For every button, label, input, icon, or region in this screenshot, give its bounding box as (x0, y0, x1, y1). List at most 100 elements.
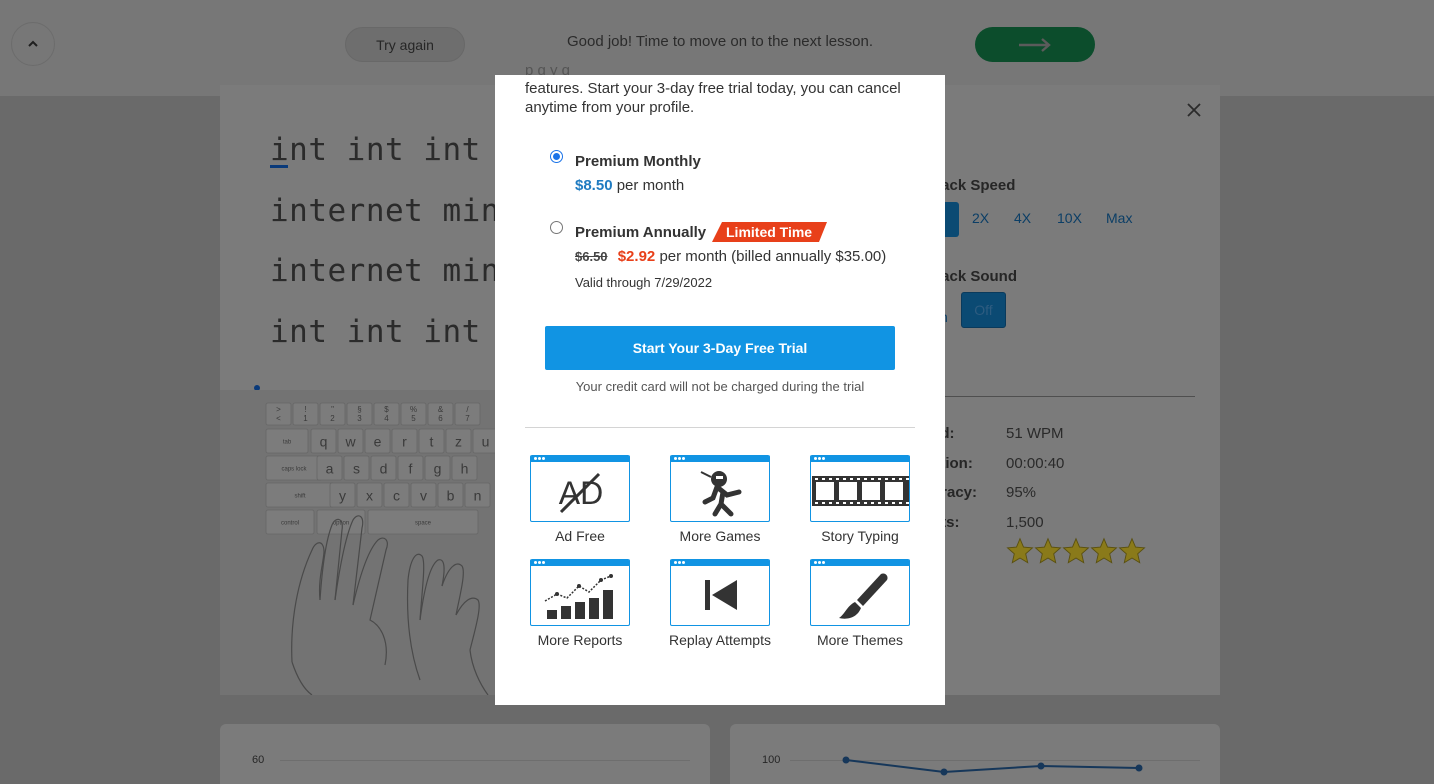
speed-option-10x[interactable]: 10X (1057, 210, 1082, 226)
key-label: 7 (465, 414, 470, 423)
accuracy-line-series (842, 756, 1143, 776)
plan-monthly-suffix: per month (616, 177, 685, 194)
key-label: c (393, 488, 400, 504)
plan-monthly-radio[interactable] (550, 150, 563, 163)
star-icon (1090, 537, 1118, 564)
limited-time-badge: Limited Time (712, 222, 828, 242)
feature-card (810, 455, 910, 522)
key-label: b (447, 488, 455, 504)
feature-more-reports: More Reports (520, 559, 640, 649)
key-label: § (357, 405, 361, 414)
key-label: control (281, 520, 299, 526)
star-icon (1118, 537, 1146, 564)
typing-line: int int int (270, 314, 481, 350)
lesson-complete-message: Good job! Time to move on to the next le… (566, 33, 873, 50)
paintbrush-icon (839, 573, 888, 619)
speed-chart-card: 60 (220, 724, 710, 784)
key-label: e (374, 434, 382, 450)
star-rating (1006, 537, 1146, 565)
key-label: t (430, 434, 434, 450)
key-label: tab (283, 439, 292, 445)
key-label: d (380, 461, 388, 477)
trial-note: Your credit card will not be charged dur… (575, 379, 865, 394)
plan-annual-amount: $2.92 (617, 248, 656, 265)
replay-icon (705, 580, 737, 610)
key-label: s (353, 461, 360, 477)
chevron-up-icon (28, 40, 38, 47)
feature-label: Replay Attempts (669, 632, 771, 648)
stat-points-value: 1,500 (1006, 514, 1044, 531)
y-axis-tick: 60 (252, 754, 265, 766)
typing-line: internet mint (270, 253, 520, 289)
feature-label: Ad Free (555, 528, 605, 544)
keyboard-hands-graphic: ><!1"2§3$4%5&6/7tab q w e r t z ucaps lock a s d f g… (265, 402, 495, 695)
key-label: y (339, 488, 346, 504)
key-label: caps lock (281, 466, 307, 472)
feature-replay-attempts: Replay Attempts (660, 559, 780, 649)
key-label: 1 (303, 414, 308, 423)
speed-option-2x[interactable]: 2X (972, 210, 989, 226)
key-label: & (438, 405, 444, 414)
plan-monthly-amount: $8.50 (575, 177, 613, 194)
sound-off-option[interactable]: Off (961, 292, 1006, 328)
feature-label: More Themes (816, 632, 904, 648)
key-label: f (409, 461, 413, 477)
key-label: z (455, 434, 462, 450)
speed-option-max[interactable]: Max (1106, 210, 1132, 226)
feature-card: AD (530, 455, 630, 522)
keyboard-illustration: > <! 1 " 2 § 3 $4% 5 & 6/7 tab q w e r t z u caps lock a s d f g… (220, 390, 495, 695)
divider (940, 396, 1195, 397)
plan-annual-price: $6.50 $2.92 per month (billed annually $… (575, 248, 886, 265)
typing-line: int int int (270, 132, 481, 168)
star-icon (1062, 537, 1090, 564)
series-line (845, 759, 1140, 774)
typing-area[interactable]: int int int internet mint internet mint … (220, 85, 519, 391)
data-point (1135, 764, 1143, 772)
star-icon (1006, 537, 1034, 564)
key-label: 5 (411, 414, 416, 423)
plan-annual-valid: Valid through 7/29/2022 (575, 275, 713, 290)
key-label: g (434, 461, 442, 477)
key-label: w (344, 434, 356, 450)
stat-speed-value: 51 WPM (1006, 425, 1064, 442)
close-icon[interactable] (1186, 99, 1202, 123)
plan-monthly-name[interactable]: Premium Monthly (575, 153, 701, 170)
next-lesson-button[interactable] (975, 27, 1095, 62)
key-label: ! (304, 405, 306, 414)
feature-story-typing: Story Typing (800, 455, 920, 545)
key-label: 4 (384, 414, 389, 423)
key-label: 2 (330, 414, 335, 423)
feature-card (810, 559, 910, 626)
speed-option-4x[interactable]: 4X (1014, 210, 1031, 226)
plan-annual-old-price: $6.50 (575, 249, 608, 264)
try-again-button[interactable]: Try again (345, 27, 465, 62)
key-label: " (331, 405, 334, 414)
feature-card (670, 455, 770, 522)
ad-free-icon: AD (559, 472, 603, 514)
data-point (940, 768, 948, 776)
plan-annual-suffix: per month (billed annually $35.00) (659, 248, 887, 265)
key-label: > (276, 405, 281, 414)
key-label: h (461, 461, 469, 477)
data-point (1037, 762, 1045, 770)
plan-annual-radio[interactable] (550, 221, 563, 234)
plan-monthly-price: $8.50 per month (575, 177, 684, 194)
grid-line (280, 760, 690, 761)
film-strip-icon (812, 476, 909, 506)
key-label: a (326, 461, 334, 477)
plan-annual-name[interactable]: Premium Annually (575, 224, 706, 241)
star-icon (1034, 537, 1062, 564)
key-label: u (482, 434, 490, 450)
collapse-button[interactable] (11, 22, 55, 66)
bar-chart-icon (544, 574, 613, 619)
key-label: x (366, 488, 373, 504)
feature-label: More Games (679, 528, 761, 544)
key-label: $ (384, 405, 389, 414)
start-free-trial-button[interactable]: Start Your 3-Day Free Trial (545, 326, 895, 370)
feature-card (670, 559, 770, 626)
data-point (842, 756, 850, 764)
intro-text: features. Start your 3-day free trial to… (525, 80, 901, 116)
badge-edge-left (712, 222, 722, 242)
key-label: q (320, 434, 328, 450)
arrow-right-icon (1019, 37, 1051, 52)
